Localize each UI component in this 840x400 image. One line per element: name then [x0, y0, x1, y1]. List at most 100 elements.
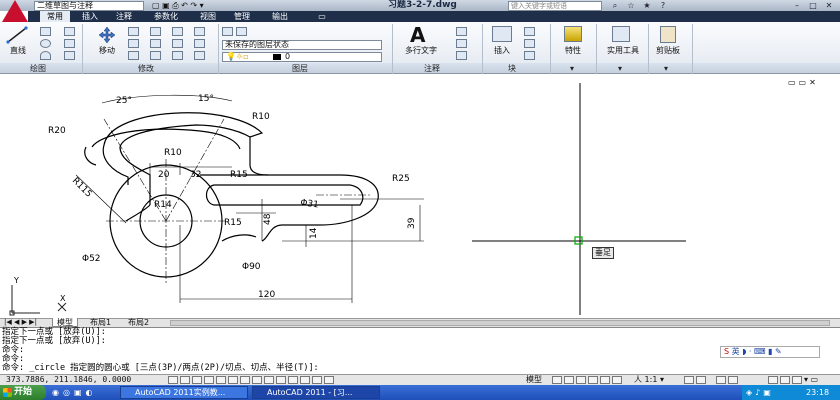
- communication-center-icon[interactable]: ☆: [624, 0, 638, 11]
- showmotion-icon[interactable]: [612, 376, 622, 384]
- object-snap-toggle[interactable]: [228, 376, 238, 384]
- insert-block-button[interactable]: 插入: [486, 45, 518, 56]
- trim-icon[interactable]: [150, 27, 161, 36]
- taskbar-item-autocad[interactable]: AutoCAD 2011 - [习...: [252, 386, 380, 399]
- utilities-panel-expander[interactable]: ▾: [618, 64, 622, 74]
- insert-block-icon[interactable]: [492, 26, 512, 42]
- edit-block-icon[interactable]: [524, 39, 535, 48]
- tab-parametric[interactable]: 参数化: [146, 11, 186, 22]
- lightbulb-icon[interactable]: 💡☼▫: [226, 53, 249, 61]
- ortho-mode-toggle[interactable]: [204, 376, 214, 384]
- move-icon[interactable]: [96, 26, 118, 44]
- tab-navigation-arrows[interactable]: |◀ ◀ ▶ ▶|: [4, 318, 37, 327]
- modify-panel-label[interactable]: 修改: [138, 64, 154, 74]
- properties-panel-expander[interactable]: ▾: [570, 64, 574, 74]
- horizontal-scrollbar[interactable]: [170, 320, 830, 326]
- leader-icon[interactable]: [456, 39, 467, 48]
- clean-screen-icon[interactable]: [792, 376, 802, 384]
- explode-icon[interactable]: [194, 27, 205, 36]
- search-input[interactable]: 键入关键字或短语: [508, 1, 602, 11]
- auto-scale-icon[interactable]: [696, 376, 706, 384]
- tab-home[interactable]: 常用: [40, 11, 70, 22]
- zoom-icon[interactable]: [588, 376, 598, 384]
- line-icon[interactable]: [6, 26, 28, 44]
- tab-model[interactable]: 模型: [52, 318, 78, 327]
- workspace-select[interactable]: 二维草图与注释: [34, 1, 144, 11]
- search-icon[interactable]: ⌕: [608, 0, 622, 11]
- dynamic-input-toggle[interactable]: [276, 376, 286, 384]
- draw-panel-label[interactable]: 绘图: [30, 64, 46, 74]
- favorites-icon[interactable]: ★: [640, 0, 654, 11]
- tab-view[interactable]: 视图: [194, 11, 222, 22]
- utilities-button[interactable]: 实用工具: [604, 45, 642, 56]
- copy-icon[interactable]: [128, 39, 139, 48]
- status-bar-menu-icon[interactable]: ▾ ▭: [804, 374, 818, 385]
- dimension-icon[interactable]: [456, 27, 467, 36]
- ime-toolbar[interactable]: S 英 ◗ · ⌨ ▮ ✎: [720, 346, 820, 358]
- rectangle-icon[interactable]: [64, 27, 75, 36]
- help-icon[interactable]: ?: [656, 0, 670, 11]
- close-button[interactable]: ✕: [822, 0, 836, 11]
- tab-manage[interactable]: 管理: [228, 11, 256, 22]
- lineweight-toggle[interactable]: [288, 376, 298, 384]
- annotation-panel-label[interactable]: 注释: [424, 64, 440, 74]
- quick-view-drawings-icon[interactable]: [564, 376, 574, 384]
- erase-icon[interactable]: [172, 27, 183, 36]
- clipboard-panel-expander[interactable]: ▾: [664, 64, 668, 74]
- layers-panel-label[interactable]: 图层: [292, 64, 308, 74]
- offset-icon[interactable]: [194, 39, 205, 48]
- rotate-icon[interactable]: [128, 27, 139, 36]
- circle-icon[interactable]: [40, 39, 51, 48]
- annotation-visibility-icon[interactable]: [684, 376, 694, 384]
- hatch-icon[interactable]: [64, 39, 75, 48]
- properties-icon[interactable]: [564, 26, 582, 42]
- multiline-text-button[interactable]: 多行文字: [400, 45, 442, 56]
- layer-state-select[interactable]: 未保存的图层状态: [222, 40, 382, 50]
- hardware-acceleration-icon[interactable]: [768, 376, 778, 384]
- selection-cycling-toggle[interactable]: [324, 376, 334, 384]
- coordinate-readout[interactable]: 373.7886, 211.1846, 0.0000: [6, 374, 131, 385]
- polyline-icon[interactable]: [40, 27, 51, 36]
- quick-view-layouts-icon[interactable]: [552, 376, 562, 384]
- ime-options-icon[interactable]: ◗ · ⌨ ▮ ✎: [742, 347, 782, 356]
- chamfer-icon[interactable]: [194, 51, 205, 60]
- taskbar-item-word[interactable]: AutoCAD 2011实例教...: [120, 386, 248, 399]
- quick-launch-icons[interactable]: ◉◎▣◐: [52, 388, 97, 397]
- minimize-button[interactable]: –: [790, 0, 804, 11]
- multiline-text-icon[interactable]: A: [410, 24, 425, 46]
- sogou-ime-icon[interactable]: S: [724, 347, 729, 356]
- maximize-button[interactable]: □: [806, 0, 820, 11]
- clipboard-button[interactable]: 剪贴板: [650, 45, 686, 56]
- ellipse-icon[interactable]: [64, 51, 75, 60]
- create-block-icon[interactable]: [524, 27, 535, 36]
- quick-properties-toggle[interactable]: [312, 376, 322, 384]
- stretch-icon[interactable]: [128, 51, 139, 60]
- clipboard-icon[interactable]: [660, 26, 676, 43]
- quick-access-toolbar[interactable]: ▢ ▣ ⎙ ↶ ↷ ▾: [152, 1, 204, 11]
- arc-icon[interactable]: [40, 51, 51, 60]
- mirror-icon[interactable]: [150, 39, 161, 48]
- tab-annotate[interactable]: 注释: [110, 11, 138, 22]
- grid-display-toggle[interactable]: [192, 376, 202, 384]
- steering-wheel-icon[interactable]: [600, 376, 610, 384]
- layer-state-icon[interactable]: [236, 27, 247, 36]
- layer-properties-icon[interactable]: [222, 27, 233, 36]
- dynamic-ucs-toggle[interactable]: [264, 376, 274, 384]
- model-space-button[interactable]: 模型: [526, 374, 542, 385]
- command-prompt[interactable]: 命令: _circle 指定圆的圆心或 [三点(3P)/两点(2P)/切点、切点…: [2, 363, 319, 374]
- line-button[interactable]: 直线: [4, 45, 32, 56]
- fillet-icon[interactable]: [172, 39, 183, 48]
- transparency-toggle[interactable]: [300, 376, 310, 384]
- annotation-scale[interactable]: 人 1:1 ▾: [634, 374, 664, 385]
- tab-insert[interactable]: 插入: [76, 11, 104, 22]
- 3d-object-snap-toggle[interactable]: [240, 376, 250, 384]
- ime-language[interactable]: 英: [732, 347, 740, 356]
- properties-button[interactable]: 特性: [558, 45, 588, 56]
- array-icon[interactable]: [172, 51, 183, 60]
- block-panel-label[interactable]: 块: [508, 64, 516, 74]
- isolate-objects-icon[interactable]: [780, 376, 790, 384]
- tab-layout1[interactable]: 布局1: [86, 318, 115, 327]
- move-button[interactable]: 移动: [92, 45, 122, 56]
- scale-icon[interactable]: [150, 51, 161, 60]
- tab-output[interactable]: 输出: [266, 11, 294, 22]
